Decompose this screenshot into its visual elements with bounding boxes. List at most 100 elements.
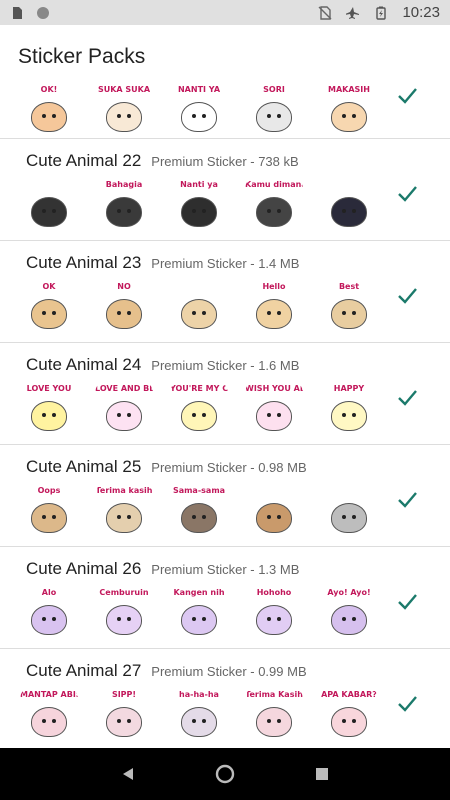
sticker-caption: LOVE YOU (26, 384, 72, 393)
pack-item[interactable]: Cute Animal 22 Premium Sticker - 738 kB Ba… (0, 139, 450, 241)
sticker-caption: Nanti ya (180, 180, 218, 189)
sticker-thumbnail[interactable] (170, 279, 228, 337)
sticker-caption: Terima kasih (95, 486, 153, 495)
pack-item[interactable]: Cute Animal 23 Premium Sticker - 1.4 MB OK… (0, 241, 450, 343)
checkmark-icon[interactable] (396, 386, 418, 408)
sticker-thumbnail[interactable]: MAKASIH (320, 82, 378, 140)
sticker-thumbnail[interactable]: NO (95, 279, 153, 337)
sticker-thumbnail[interactable]: Hello (245, 279, 303, 337)
sticker-caption: SORI (263, 85, 285, 94)
sticker-thumbnail[interactable]: Terima Kasih (245, 687, 303, 745)
pack-list[interactable]: OK! SUKA SUKA NANTI YA SORI MAKASIH Cute Ani… (0, 80, 450, 748)
no-sim-icon (318, 5, 332, 20)
circle-icon (37, 6, 49, 19)
sticker-character (331, 707, 367, 737)
sticker-thumbnail[interactable]: YOU'RE MY CINDERELLA (170, 381, 228, 439)
sticker-thumbnail[interactable]: LOVE AND BLESS YOU (95, 381, 153, 439)
sticker-character (181, 102, 217, 132)
pack-meta: Premium Sticker - 1.3 MB (151, 562, 300, 577)
sticker-character (256, 707, 292, 737)
checkmark-icon[interactable] (396, 84, 418, 106)
pack-item[interactable]: Cute Animal 27 Premium Sticker - 0.99 MB M… (0, 649, 450, 748)
sticker-thumbnail[interactable]: Bahagia (95, 177, 153, 235)
recents-square-icon (315, 768, 328, 780)
sticker-character (331, 299, 367, 329)
sticker-character (256, 102, 292, 132)
sticker-character (331, 605, 367, 635)
sticker-thumbnail[interactable]: Best (320, 279, 378, 337)
pack-item[interactable]: Cute Animal 25 Premium Sticker - 0.98 MB O… (0, 445, 450, 547)
sticker-caption: Bahagia (105, 180, 143, 189)
pack-item[interactable]: Cute Animal 26 Premium Sticker - 1.3 MB Al… (0, 547, 450, 649)
pack-name: Cute Animal 23 (26, 253, 142, 272)
sticker-caption: ha-ha-ha (179, 690, 219, 699)
sticker-character (181, 605, 217, 635)
sticker-caption: YOU'RE MY CINDERELLA (170, 384, 228, 393)
checkmark-icon[interactable] (396, 182, 418, 204)
sticker-thumbnail[interactable]: Ayo! Ayo! (320, 585, 378, 643)
sticker-caption: Sama-sama (172, 486, 226, 495)
checkmark-icon[interactable] (396, 284, 418, 306)
sticker-caption: Ayo! Ayo! (327, 588, 371, 597)
sticker-character (106, 401, 142, 431)
sticker-thumbnail[interactable]: Alo (20, 585, 78, 643)
sticker-character (256, 401, 292, 431)
sticker-thumbnail[interactable]: WISH YOU ALL (245, 381, 303, 439)
sticker-thumbnail[interactable] (320, 177, 378, 235)
sticker-character (181, 707, 217, 737)
sticker-character (31, 401, 67, 431)
sticker-thumbnail[interactable]: Hohoho (245, 585, 303, 643)
sticker-caption: SUKA SUKA (97, 85, 151, 94)
sticker-thumbnail[interactable]: Nanti ya (170, 177, 228, 235)
sticker-thumbnail[interactable] (20, 177, 78, 235)
sticker-thumbnail[interactable]: MANTAP ABIS! (20, 687, 78, 745)
status-bar: 10:23 (0, 0, 450, 25)
sticker-character (106, 605, 142, 635)
sticker-thumbnail[interactable]: Terima kasih (95, 483, 153, 541)
sticker-character (331, 102, 367, 132)
sticker-thumbnail[interactable]: SUKA SUKA (95, 82, 153, 140)
sticker-caption: NANTI YA (177, 85, 221, 94)
sticker-caption: Hello (262, 282, 286, 291)
back-button[interactable] (113, 759, 143, 789)
sticker-thumbnail[interactable]: Oops (20, 483, 78, 541)
sticker-thumbnail[interactable] (320, 483, 378, 541)
checkmark-icon[interactable] (396, 488, 418, 510)
sticker-thumbnail[interactable]: Kamu dimana? (245, 177, 303, 235)
sticker-thumbnail[interactable]: OK! (20, 82, 78, 140)
navigation-bar (0, 748, 450, 800)
sticker-thumbnail[interactable]: Kangen nih (170, 585, 228, 643)
sticker-character (106, 197, 142, 227)
checkmark-icon[interactable] (396, 692, 418, 714)
pack-meta: Premium Sticker - 1.6 MB (151, 358, 300, 373)
sticker-character (256, 299, 292, 329)
home-button[interactable] (210, 759, 240, 789)
airplane-mode-icon (346, 6, 360, 19)
sticker-thumbnail[interactable]: OK (20, 279, 78, 337)
sticker-character (181, 299, 217, 329)
sticker-character (31, 299, 67, 329)
pack-item-featured[interactable]: OK! SUKA SUKA NANTI YA SORI MAKASIH (0, 80, 450, 139)
sticker-thumbnail[interactable]: SORI (245, 82, 303, 140)
sticker-thumbnail[interactable]: ha-ha-ha (170, 687, 228, 745)
sticker-thumbnail[interactable]: NANTI YA (170, 82, 228, 140)
sticker-thumbnail[interactable]: Cemburuin (95, 585, 153, 643)
page-title: Sticker Packs (18, 45, 146, 68)
pack-name: Cute Animal 25 (26, 457, 142, 476)
sticker-thumbnail[interactable]: LOVE YOU (20, 381, 78, 439)
pack-meta: Premium Sticker - 738 kB (151, 154, 299, 169)
sticker-caption: Kamu dimana? (245, 180, 303, 189)
pack-meta: Premium Sticker - 0.98 MB (151, 460, 307, 475)
sticker-thumbnail[interactable] (245, 483, 303, 541)
sticker-thumbnail[interactable]: APA KABAR? (320, 687, 378, 745)
sticker-character (256, 197, 292, 227)
sticker-thumbnail[interactable]: SIPP! (95, 687, 153, 745)
sticker-thumbnail[interactable]: Sama-sama (170, 483, 228, 541)
sticker-thumbnail[interactable]: HAPPY (320, 381, 378, 439)
checkmark-icon[interactable] (396, 590, 418, 612)
sticker-character (31, 605, 67, 635)
sticker-caption: OK! (40, 85, 58, 94)
pack-item[interactable]: Cute Animal 24 Premium Sticker - 1.6 MB LO… (0, 343, 450, 445)
sticker-character (31, 707, 67, 737)
recents-button[interactable] (307, 759, 337, 789)
